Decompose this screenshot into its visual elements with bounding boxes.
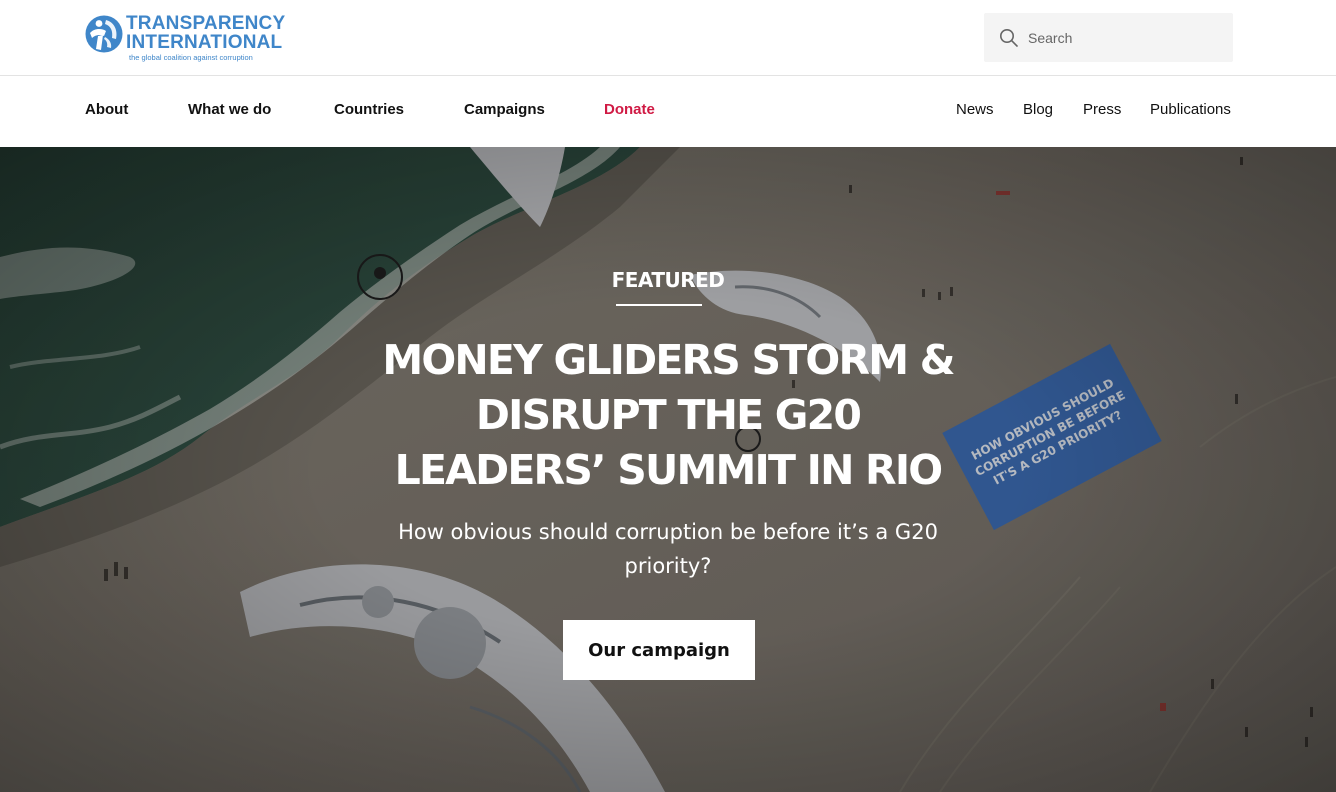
featured-divider — [616, 304, 702, 306]
nav-item-blog[interactable]: Blog — [1023, 101, 1053, 119]
nav-item-countries[interactable]: Countries — [334, 101, 404, 119]
hero-subhead: How obvious should corruption be before … — [398, 520, 938, 578]
site-logo[interactable]: TRANSPARENCY INTERNATIONAL the global co… — [84, 12, 294, 62]
nav-item-publications[interactable]: Publications — [1150, 101, 1231, 119]
logo-wordmark-line2: INTERNATIONAL — [126, 32, 283, 53]
logo-tagline: the global coalition against corruption — [129, 53, 253, 62]
logo-globe-icon — [85, 15, 123, 53]
featured-hero: HOW OBVIOUS SHOULD CORRUPTION BE BEFORE … — [0, 147, 1336, 792]
site-header: TRANSPARENCY INTERNATIONAL the global co… — [0, 0, 1336, 76]
nav-item-donate[interactable]: Donate — [604, 101, 655, 119]
nav-item-campaigns[interactable]: Campaigns — [464, 101, 545, 119]
our-campaign-button[interactable]: Our campaign — [563, 620, 755, 680]
search-box — [984, 13, 1233, 62]
search-input[interactable] — [1028, 13, 1224, 62]
nav-item-news[interactable]: News — [956, 101, 994, 119]
main-navigation: About What we do Countries Campaigns Don… — [0, 77, 1336, 147]
hero-headline[interactable]: MONEY GLIDERS STORM & DISRUPT THE G20 LE… — [368, 333, 968, 498]
nav-item-about[interactable]: About — [85, 101, 128, 119]
search-icon[interactable] — [999, 28, 1019, 48]
hero-content: FEATURED MONEY GLIDERS STORM & DISRUPT T… — [0, 147, 1336, 792]
featured-label: FEATURED — [611, 268, 725, 292]
nav-item-what-we-do[interactable]: What we do — [188, 101, 271, 119]
nav-item-press[interactable]: Press — [1083, 101, 1121, 119]
